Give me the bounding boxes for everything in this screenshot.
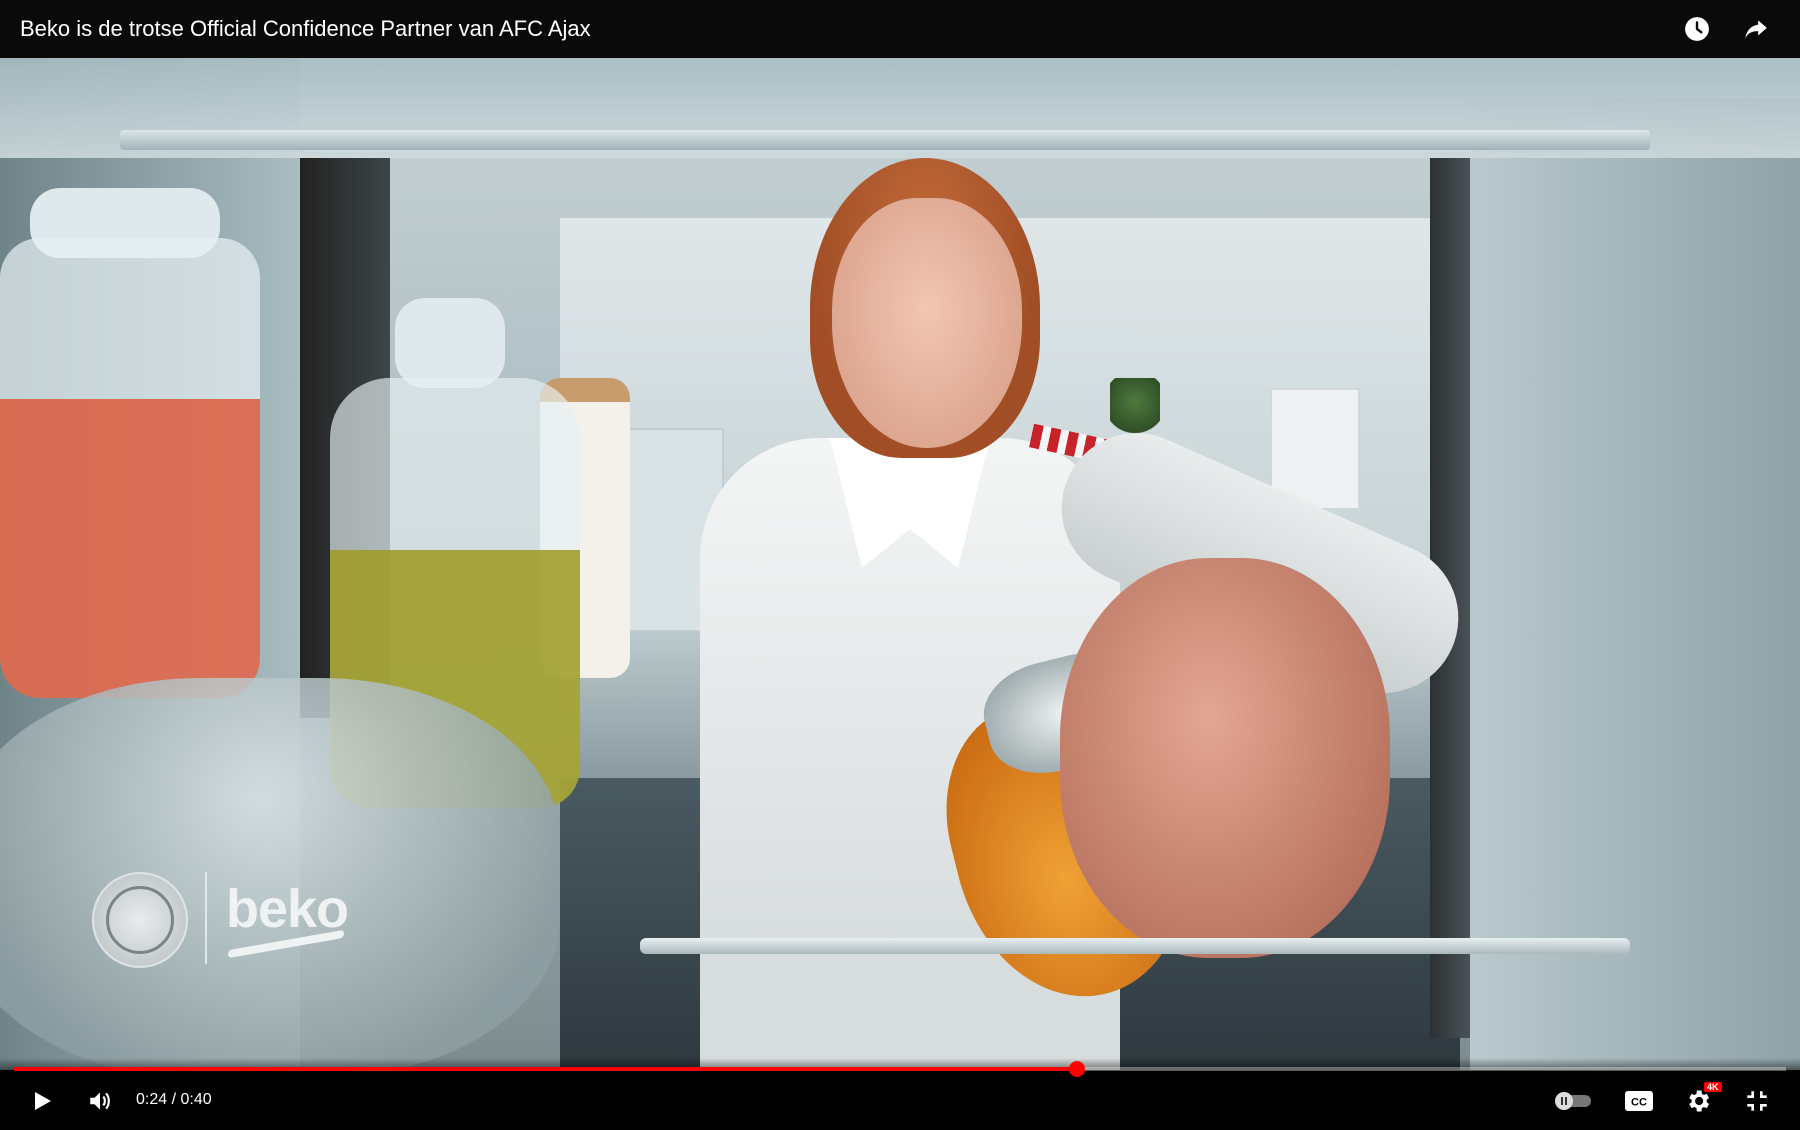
beko-logo: beko	[226, 879, 349, 939]
glass-shelf	[640, 938, 1630, 954]
video-title[interactable]: Beko is de trotse Official Confidence Pa…	[20, 16, 591, 42]
ajax-crest-logo	[92, 872, 188, 968]
title-bar: Beko is de trotse Official Confidence Pa…	[0, 0, 1800, 58]
crest-ring	[106, 886, 174, 954]
clock-icon	[1685, 17, 1709, 41]
fridge-door	[1470, 98, 1800, 1070]
shelf-rail	[120, 130, 1650, 150]
cc-icon: CC	[1625, 1091, 1653, 1111]
logo-divider	[205, 872, 207, 964]
quality-badge: 4K	[1704, 1082, 1722, 1092]
autoplay-toggle-icon	[1555, 1092, 1591, 1110]
glass-bowl	[0, 678, 560, 1070]
bottle-cap	[395, 298, 505, 388]
watch-later-button[interactable]	[1681, 13, 1713, 45]
exit-fullscreen-button[interactable]	[1742, 1084, 1772, 1118]
svg-text:CC: CC	[1631, 1097, 1647, 1109]
play-icon	[35, 1092, 51, 1110]
progress-bar[interactable]	[14, 1061, 1786, 1077]
autoplay-toggle[interactable]	[1552, 1084, 1594, 1118]
plant	[1110, 378, 1160, 438]
red-bottle	[0, 238, 260, 698]
volume-icon	[90, 1092, 110, 1110]
share-button[interactable]	[1740, 13, 1772, 45]
person-hand	[1060, 558, 1390, 958]
progress-played	[14, 1067, 1078, 1071]
play-button[interactable]	[28, 1084, 56, 1118]
share-icon	[1745, 20, 1767, 39]
exit-fullscreen-icon	[1747, 1091, 1767, 1111]
person-face	[832, 198, 1022, 448]
mute-button[interactable]	[84, 1084, 116, 1118]
time-display: 0:24 / 0:40	[136, 1091, 212, 1108]
captions-button[interactable]: CC	[1622, 1084, 1656, 1118]
